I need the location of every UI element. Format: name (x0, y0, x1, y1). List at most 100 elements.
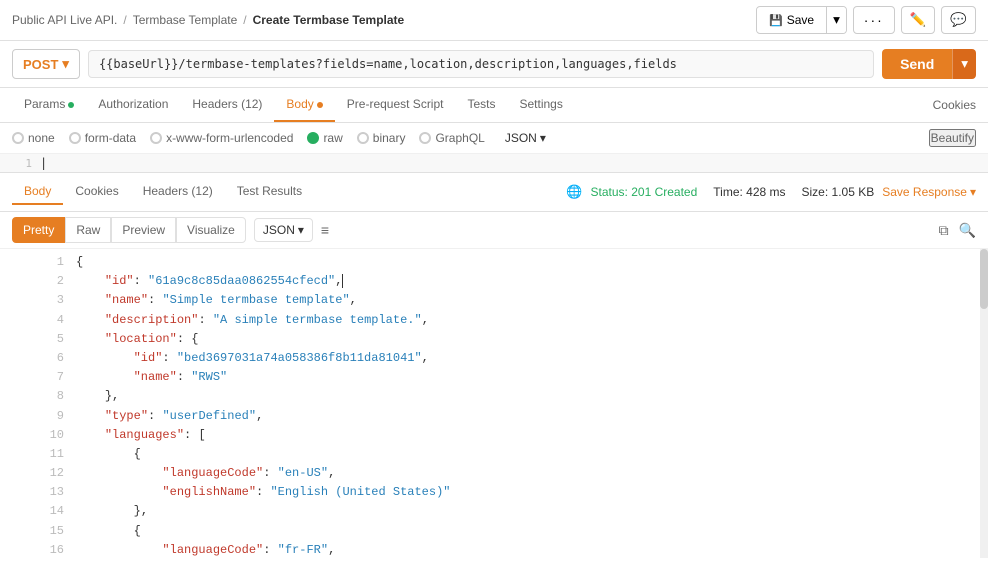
response-status: Status: 201 Created (591, 185, 698, 199)
form-data-label: form-data (85, 131, 136, 145)
edit-icon-button[interactable]: ✏️ (901, 6, 936, 34)
json-line-14: 14 }, (44, 502, 984, 521)
resp-tab-test-results[interactable]: Test Results (225, 179, 314, 205)
tab-body[interactable]: Body (274, 88, 334, 122)
body-dot (317, 102, 323, 108)
json-format-select[interactable]: JSON ▾ (505, 131, 546, 145)
json-line-2: 2 "id": "61a9c8c85daa0862554cfecd", (44, 272, 984, 291)
view-tab-raw[interactable]: Raw (65, 217, 111, 243)
tab-settings[interactable]: Settings (508, 88, 575, 122)
view-right-actions: ⧉ 🔍 (939, 222, 976, 239)
graphql-label: GraphQL (435, 131, 484, 145)
save-response-chevron: ▾ (970, 185, 976, 199)
top-actions: 💾 Save ▾ ··· ✏️ 💬 (756, 6, 976, 34)
tab-authorization[interactable]: Authorization (86, 88, 180, 122)
breadcrumb-part1: Public API Live API. (12, 13, 117, 27)
scrollbar-thumb[interactable] (980, 249, 988, 309)
json-view-label: JSON (263, 223, 295, 237)
more-button[interactable]: ··· (853, 6, 895, 34)
json-line-5: 5 "location": { (44, 330, 984, 349)
json-line-13: 13 "englishName": "English (United State… (44, 483, 984, 502)
save-label: Save (787, 13, 814, 27)
response-tabs: Body Cookies Headers (12) Test Results (12, 179, 314, 205)
json-format-chevron: ▾ (540, 131, 546, 145)
format-row: none form-data x-www-form-urlencoded raw… (0, 123, 988, 154)
raw-radio (307, 132, 319, 144)
beautify-button[interactable]: Beautify (929, 129, 976, 147)
json-line-12: 12 "languageCode": "en-US", (44, 464, 984, 483)
urlencoded-label: x-www-form-urlencoded (166, 131, 293, 145)
comment-icon-button[interactable]: 💬 (941, 6, 976, 34)
raw-label: raw (323, 131, 342, 145)
json-line-16: 16 "languageCode": "fr-FR", (44, 541, 984, 558)
comment-icon: 💬 (950, 12, 967, 27)
json-line-1: 1{ (44, 253, 984, 272)
url-text: {{baseUrl}}/termbase-templates?fields=na… (99, 57, 677, 71)
copy-button[interactable]: ⧉ (939, 222, 949, 239)
json-format-label: JSON (505, 131, 537, 145)
edit-icon: ✏️ (910, 12, 927, 27)
format-options: none form-data x-www-form-urlencoded raw… (12, 131, 546, 145)
view-tabs: Pretty Raw Preview Visualize (12, 217, 246, 243)
view-options: Pretty Raw Preview Visualize JSON ▾ ≡ ⧉ … (0, 212, 988, 249)
format-urlencoded[interactable]: x-www-form-urlencoded (150, 131, 293, 145)
resp-tab-cookies[interactable]: Cookies (63, 179, 130, 205)
response-time: Time: 428 ms (713, 185, 785, 199)
save-button[interactable]: 💾 Save (757, 8, 826, 32)
none-label: none (28, 131, 55, 145)
send-dropdown-button[interactable]: ▾ (952, 49, 976, 79)
tab-tests[interactable]: Tests (455, 88, 507, 122)
send-group: Send ▾ (882, 49, 976, 79)
breadcrumb-sep2: / (243, 13, 246, 27)
breadcrumb-sep1: / (123, 13, 126, 27)
line-1-content: | (40, 156, 47, 170)
breadcrumb-part2: Termbase Template (133, 13, 238, 27)
tab-pre-request[interactable]: Pre-request Script (335, 88, 456, 122)
response-size: Size: 1.05 KB (802, 185, 875, 199)
network-icon: 🌐 (566, 184, 582, 200)
cookies-link[interactable]: Cookies (933, 89, 976, 121)
format-binary[interactable]: binary (357, 131, 406, 145)
search-button[interactable]: 🔍 (959, 222, 976, 239)
url-input[interactable]: {{baseUrl}}/termbase-templates?fields=na… (88, 50, 874, 78)
json-line-15: 15 { (44, 522, 984, 541)
breadcrumb-current: Create Termbase Template (253, 13, 405, 27)
form-data-radio (69, 132, 81, 144)
graphql-radio (419, 132, 431, 144)
json-editor[interactable]: 1{ 2 "id": "61a9c8c85daa0862554cfecd", 3… (0, 249, 988, 558)
json-line-7: 7 "name": "RWS" (44, 368, 984, 387)
view-tab-pretty[interactable]: Pretty (12, 217, 65, 243)
filter-icon[interactable]: ≡ (321, 222, 329, 238)
resp-tab-body[interactable]: Body (12, 179, 63, 205)
save-dropdown-button[interactable]: ▾ (826, 7, 846, 33)
json-line-6: 6 "id": "bed3697031a74a058386f8b11da8104… (44, 349, 984, 368)
json-line-11: 11 { (44, 445, 984, 464)
json-view-chevron: ▾ (298, 223, 304, 237)
resp-tab-headers[interactable]: Headers (12) (131, 179, 225, 205)
method-select[interactable]: POST ▾ (12, 49, 80, 79)
format-none[interactable]: none (12, 131, 55, 145)
format-raw[interactable]: raw (307, 131, 342, 145)
line-1-num: 1 (12, 157, 32, 170)
tab-headers[interactable]: Headers (12) (180, 88, 274, 122)
line-number-bar: 1 | (0, 154, 988, 173)
json-view-format-select[interactable]: JSON ▾ (254, 218, 313, 242)
request-tabs-row: Params Authorization Headers (12) Body P… (0, 88, 988, 123)
format-graphql[interactable]: GraphQL (419, 131, 484, 145)
json-line-10: 10 "languages": [ (44, 426, 984, 445)
tab-params[interactable]: Params (12, 88, 86, 122)
request-tabs: Params Authorization Headers (12) Body P… (12, 88, 575, 122)
scrollbar-track[interactable] (980, 249, 988, 558)
method-chevron: ▾ (62, 56, 69, 72)
url-bar: POST ▾ {{baseUrl}}/termbase-templates?fi… (0, 41, 988, 88)
view-tab-preview[interactable]: Preview (111, 217, 176, 243)
view-tab-visualize[interactable]: Visualize (176, 217, 246, 243)
binary-radio (357, 132, 369, 144)
send-button[interactable]: Send (882, 49, 952, 79)
params-dot (68, 102, 74, 108)
format-form-data[interactable]: form-data (69, 131, 136, 145)
urlencoded-radio (150, 132, 162, 144)
save-response-button[interactable]: Save Response ▾ (882, 185, 976, 199)
json-line-8: 8 }, (44, 387, 984, 406)
json-line-9: 9 "type": "userDefined", (44, 407, 984, 426)
